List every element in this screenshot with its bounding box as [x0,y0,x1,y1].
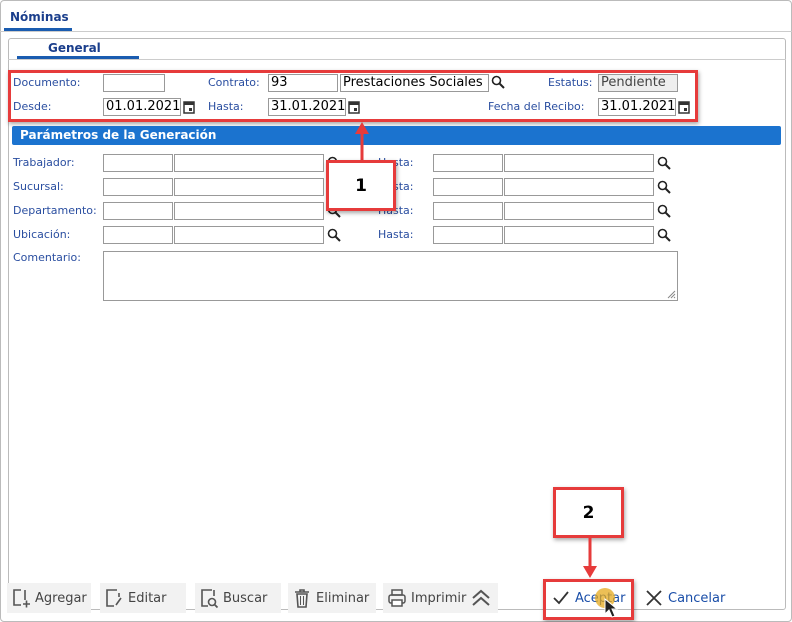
desde-label: Desde: [13,100,52,113]
contrato-label: Contrato: [208,76,260,89]
imprimir-label: Imprimir [411,590,467,606]
close-icon [646,590,662,606]
param-hasta-label: Hasta: [378,228,414,241]
comentario-label: Comentario: [13,251,81,264]
calendar-icon[interactable] [183,100,195,114]
param-to-code-input[interactable] [433,154,503,172]
section-header: Parámetros de la Generación [12,126,781,145]
agregar-button[interactable]: Agregar [7,583,91,613]
calendar-icon[interactable] [348,100,360,114]
editar-label: Editar [128,590,167,606]
desde-input[interactable]: 01.01.2021 [103,98,181,116]
form-panel [8,38,786,610]
eliminar-label: Eliminar [316,590,370,606]
contrato-code-input[interactable]: 93 [268,74,338,92]
callout-arrow [355,122,369,164]
edit-doc-icon [106,589,122,607]
search-icon[interactable] [657,228,671,242]
buscar-button[interactable]: Buscar [195,583,281,613]
param-from-name-input[interactable] [174,226,324,244]
param-label: Trabajador: [13,156,75,169]
hasta-label: Hasta: [208,100,244,113]
imprimir-button[interactable]: Imprimir [383,583,498,613]
estatus-field: Pendiente [598,74,678,92]
param-from-code-input[interactable] [103,226,173,244]
search-doc-icon [201,589,219,609]
divider [0,31,792,32]
tab-general[interactable]: General [48,41,101,55]
param-from-code-input[interactable] [103,178,173,196]
param-to-name-input[interactable] [504,154,654,172]
fecha-recibo-label: Fecha del Recibo: [488,100,585,113]
param-to-code-input[interactable] [433,178,503,196]
cancelar-button[interactable]: Cancelar [640,583,730,613]
search-icon[interactable] [657,180,671,194]
estatus-label: Estatus: [548,76,593,89]
callout-arrow [583,536,597,578]
param-from-name-input[interactable] [174,202,324,220]
documento-label: Documento: [13,76,81,89]
fecha-recibo-input[interactable]: 31.01.2021 [598,98,676,116]
add-doc-icon [13,589,30,608]
param-label: Ubicación: [13,228,71,241]
calendar-icon[interactable] [678,100,690,114]
hasta-input[interactable]: 31.01.2021 [268,98,346,116]
cancelar-label: Cancelar [668,590,726,606]
chevron-double-up-icon[interactable] [470,588,492,608]
tab-nominas[interactable]: Nóminas [10,10,69,24]
param-to-name-input[interactable] [504,178,654,196]
param-from-code-input[interactable] [103,154,173,172]
editar-button[interactable]: Editar [100,583,186,613]
callout-2: 2 [553,487,624,538]
contrato-name-input[interactable]: Prestaciones Sociales 1 [340,74,489,92]
check-icon [553,591,569,605]
callout-1: 1 [326,160,396,211]
search-icon[interactable] [657,204,671,218]
eliminar-button[interactable]: Eliminar [288,583,376,613]
documento-input[interactable] [103,74,165,92]
cursor-icon [604,598,618,618]
agregar-label: Agregar [35,590,87,606]
param-label: Departamento: [13,204,97,217]
buscar-label: Buscar [223,590,268,606]
search-icon[interactable] [327,228,341,242]
divider [8,59,786,60]
comentario-textarea[interactable] [103,251,678,301]
param-from-name-input[interactable] [174,154,324,172]
param-from-code-input[interactable] [103,202,173,220]
search-icon[interactable] [491,75,505,89]
search-icon[interactable] [657,156,671,170]
trash-icon [295,589,309,608]
printer-icon [388,589,406,607]
param-to-code-input[interactable] [433,202,503,220]
param-to-code-input[interactable] [433,226,503,244]
param-to-name-input[interactable] [504,202,654,220]
param-label: Sucursal: [13,180,64,193]
param-to-name-input[interactable] [504,226,654,244]
param-from-name-input[interactable] [174,178,324,196]
